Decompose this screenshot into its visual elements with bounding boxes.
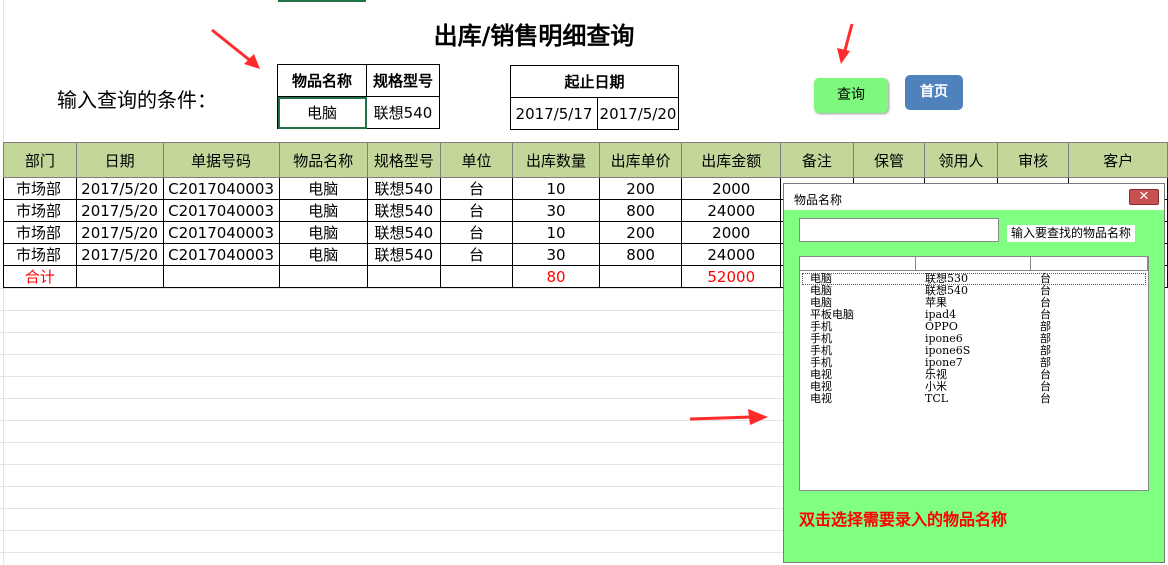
- cell-item-name[interactable]: 电脑: [278, 221, 369, 244]
- close-icon[interactable]: ✕: [1129, 189, 1159, 205]
- cell-unit[interactable]: 台: [439, 177, 514, 200]
- col-header: 单据号码: [162, 142, 280, 178]
- col-header: 单位: [439, 142, 514, 178]
- cell-price[interactable]: 800: [598, 243, 683, 266]
- arrow-annotation-icon: [689, 409, 768, 425]
- col-header: 日期: [75, 142, 164, 178]
- search-hint-label: 输入要查找的物品名称: [1007, 225, 1136, 242]
- cell-date[interactable]: 2017/5/20: [75, 243, 164, 266]
- cell-empty[interactable]: [439, 265, 514, 288]
- cell-dept[interactable]: 市场部: [3, 243, 77, 266]
- total-qty[interactable]: 80: [512, 265, 600, 288]
- dialog-titlebar[interactable]: 物品名称 ✕: [784, 184, 1164, 210]
- cell-spec[interactable]: 联想540: [367, 177, 441, 200]
- cell-spec[interactable]: 联想540: [367, 199, 441, 222]
- col-header: 出库数量: [512, 142, 600, 178]
- dialog-title: 物品名称: [794, 193, 843, 207]
- cell-date[interactable]: 2017/5/20: [75, 199, 164, 222]
- list-focus-outline: [802, 273, 1146, 285]
- col-header: 出库单价: [598, 142, 683, 178]
- dialog-instruction: 双击选择需要录入的物品名称: [799, 510, 1008, 529]
- item-picker-dialog: 物品名称 ✕ 输入要查找的物品名称 电脑 联想530 台 电脑 联想540 台 电脑 苹果…: [783, 183, 1165, 563]
- query-item-table: 物品名称 规格型号 电脑 联想540: [277, 64, 440, 129]
- cell-spec[interactable]: 联想540: [367, 221, 441, 244]
- cell-dept[interactable]: 市场部: [3, 199, 77, 222]
- cell-qty[interactable]: 10: [512, 221, 600, 244]
- col-header: 规格型号: [367, 142, 441, 178]
- cell-qty[interactable]: 30: [512, 243, 600, 266]
- cell-dept[interactable]: 市场部: [3, 177, 77, 200]
- total-label[interactable]: 合计: [3, 265, 77, 288]
- col-header: 领用人: [924, 142, 998, 178]
- col-header: 审核: [996, 142, 1070, 178]
- cell-item-name[interactable]: 电脑: [278, 177, 369, 200]
- page-title: 出库/销售明细查询: [433, 22, 635, 50]
- col-header: 出库金额: [681, 142, 782, 178]
- results-header-row: 部门 日期 单据号码 物品名称 规格型号 单位 出库数量 出库单价 出库金额 备…: [3, 142, 1168, 178]
- cell-amount[interactable]: 24000: [681, 199, 782, 222]
- cell-unit[interactable]: 台: [439, 243, 514, 266]
- cell-item-name[interactable]: 电脑: [278, 199, 369, 222]
- col-header: 保管: [852, 142, 926, 178]
- cell-empty[interactable]: [367, 265, 441, 288]
- query-spec-cell[interactable]: 联想540: [366, 96, 440, 129]
- query-date-header: 起止日期: [510, 65, 679, 98]
- cell-dept[interactable]: 市场部: [3, 221, 77, 244]
- cell-item-name[interactable]: 电脑: [278, 243, 369, 266]
- cell-amount[interactable]: 2000: [681, 177, 782, 200]
- item-search-input[interactable]: [799, 218, 999, 242]
- query-date-start-cell[interactable]: 2017/5/17: [510, 97, 598, 130]
- col-header: 客户: [1068, 142, 1168, 178]
- cell-doc-no[interactable]: C2017040003: [162, 199, 280, 222]
- cell-doc-no[interactable]: C2017040003: [162, 221, 280, 244]
- cell-doc-no[interactable]: C2017040003: [162, 177, 280, 200]
- query-date-end-cell[interactable]: 2017/5/20: [597, 97, 679, 130]
- cell-doc-no[interactable]: C2017040003: [162, 243, 280, 266]
- cell-price[interactable]: 200: [598, 177, 683, 200]
- cell-spec[interactable]: 联想540: [367, 243, 441, 266]
- cell-price[interactable]: 800: [598, 199, 683, 222]
- home-button[interactable]: 首页: [905, 75, 963, 110]
- cell-qty[interactable]: 30: [512, 199, 600, 222]
- list-column-header: [800, 257, 1148, 271]
- cell-amount[interactable]: 24000: [681, 243, 782, 266]
- arrow-annotation-icon: [837, 23, 854, 64]
- item-listbox[interactable]: 电脑 联想530 台 电脑 联想540 台 电脑 苹果台 平板电脑 ipad4 台 手机 OPP…: [799, 256, 1149, 491]
- cell-price[interactable]: 200: [598, 221, 683, 244]
- query-date-table: 起止日期 2017/5/17 2017/5/20: [510, 65, 679, 130]
- cell-amount[interactable]: 2000: [681, 221, 782, 244]
- cell-empty[interactable]: [162, 265, 280, 288]
- cell-empty[interactable]: [278, 265, 369, 288]
- total-amount[interactable]: 52000: [681, 265, 782, 288]
- query-spec-header: 规格型号: [366, 64, 440, 97]
- condition-label: 输入查询的条件：: [57, 88, 217, 112]
- cell-date[interactable]: 2017/5/20: [75, 177, 164, 200]
- query-name-header: 物品名称: [277, 64, 367, 97]
- cell-empty[interactable]: [598, 265, 683, 288]
- active-column-marker: [278, 0, 366, 2]
- cell-unit[interactable]: 台: [439, 221, 514, 244]
- cell-qty[interactable]: 10: [512, 177, 600, 200]
- col-header: 部门: [3, 142, 77, 178]
- cell-empty[interactable]: [75, 265, 164, 288]
- cell-date[interactable]: 2017/5/20: [75, 221, 164, 244]
- cell-unit[interactable]: 台: [439, 199, 514, 222]
- query-button[interactable]: 查询: [814, 78, 888, 113]
- query-name-cell[interactable]: 电脑: [277, 96, 367, 129]
- col-header: 备注: [780, 142, 854, 178]
- arrow-annotation-icon: [211, 28, 260, 69]
- col-header: 物品名称: [278, 142, 369, 178]
